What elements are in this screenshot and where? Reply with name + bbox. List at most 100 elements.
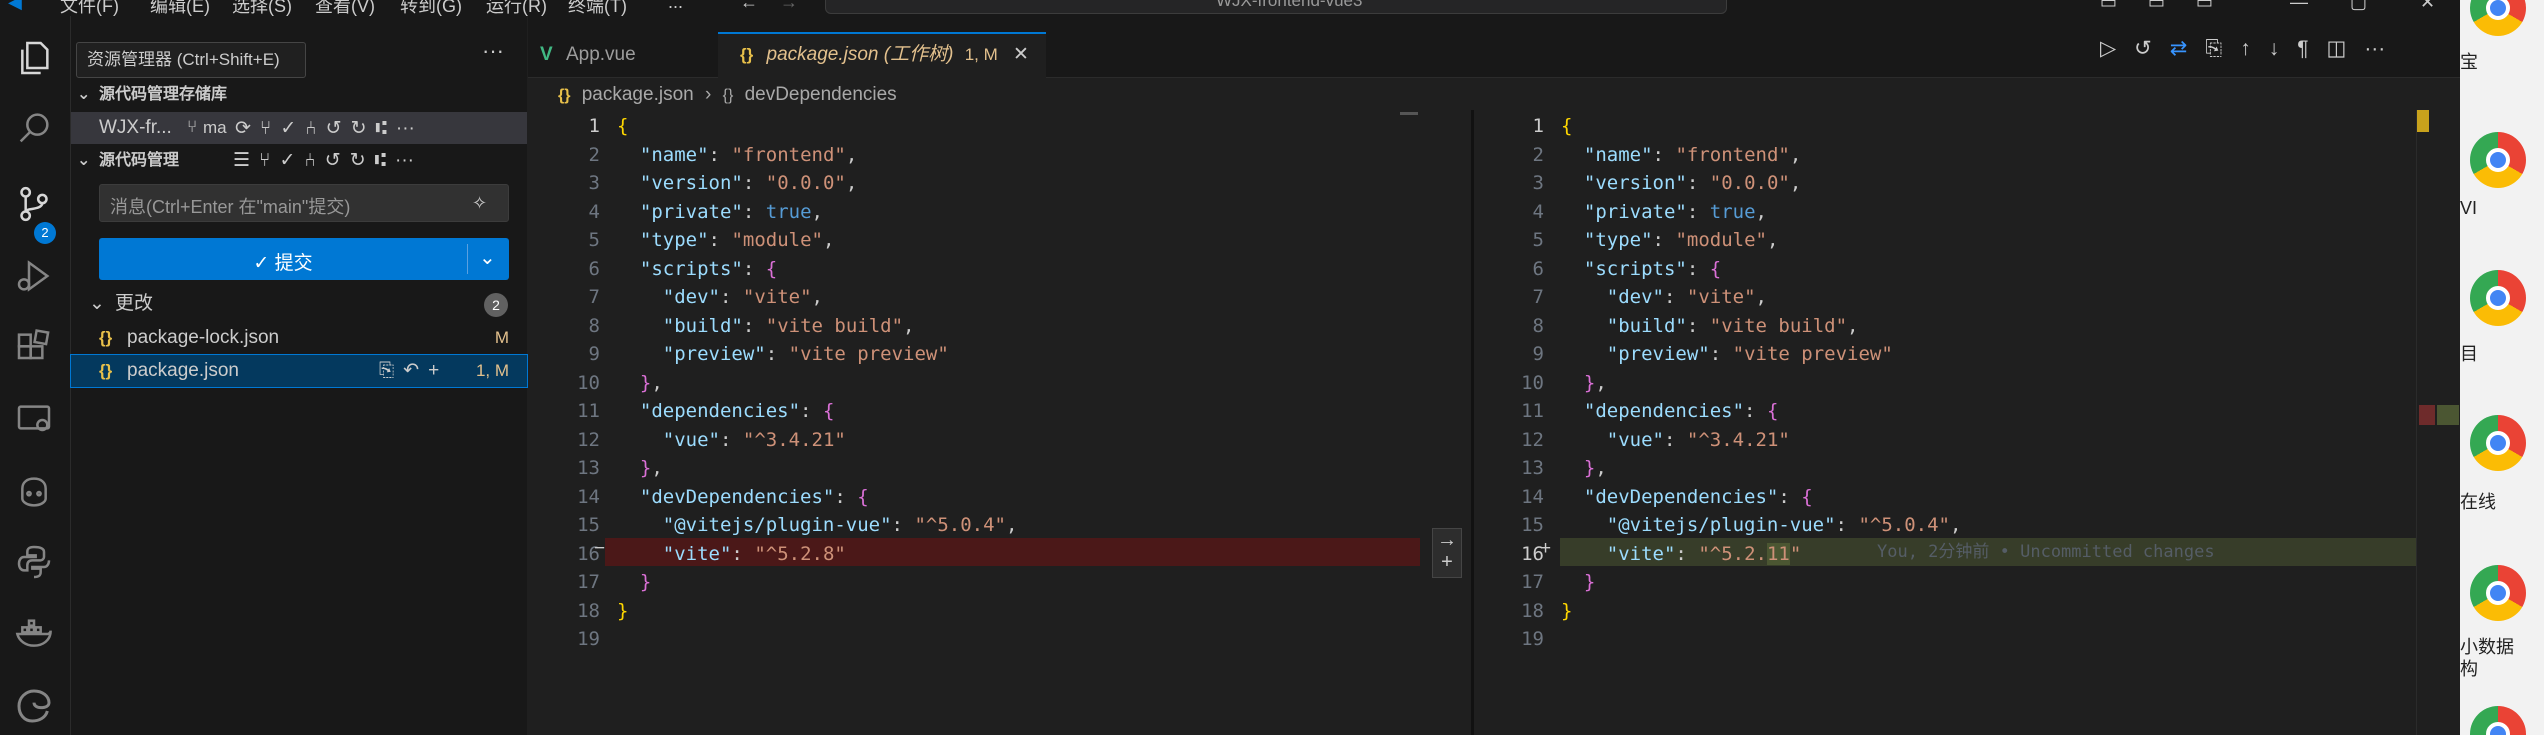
docker-icon[interactable] (14, 614, 54, 654)
code-line[interactable]: "devDependencies": { (1561, 483, 1961, 512)
menu-selection[interactable]: 选择(S) (232, 0, 292, 16)
code-line[interactable]: "scripts": { (617, 255, 1017, 284)
menu-more[interactable]: ... (668, 0, 683, 13)
editor-more-icon[interactable]: ··· (2364, 37, 2385, 61)
panel-toggle-icon[interactable]: ▭ (2148, 0, 2165, 13)
chrome-shortcut-icon[interactable] (2470, 132, 2526, 188)
command-center-search[interactable]: WJX-frontend-vue3 (825, 0, 1727, 14)
chrome-shortcut-icon[interactable] (2470, 706, 2526, 735)
code-line[interactable]: "build": "vite build", (1561, 312, 1961, 341)
chrome-shortcut-icon[interactable] (2470, 270, 2526, 326)
refresh-icon[interactable]: ↻ (351, 117, 367, 140)
chrome-shortcut-icon[interactable] (2470, 565, 2526, 621)
commit-message-input[interactable]: 消息(Ctrl+Enter 在"main"提交) ✧ (99, 184, 509, 222)
code-line[interactable]: "dev": "vite", (617, 283, 1017, 312)
code-line[interactable]: "scripts": { (1561, 255, 1961, 284)
remote-explorer-icon[interactable] (14, 400, 54, 440)
code-line[interactable]: }, (617, 369, 1017, 398)
run-debug-icon[interactable] (14, 256, 54, 296)
previous-change-icon[interactable]: ↑ (2240, 37, 2251, 61)
code-line[interactable]: "dependencies": { (617, 397, 1017, 426)
menu-go[interactable]: 转到(G) (400, 0, 462, 16)
graph-icon[interactable]: ⑂ (260, 118, 271, 140)
editor-scrollbar[interactable] (2416, 110, 2461, 735)
open-file-icon[interactable]: ⎘ (2205, 37, 2222, 61)
code-line[interactable]: } (1561, 568, 1961, 597)
source-control-icon[interactable] (14, 184, 54, 224)
repositories-section-header[interactable]: ⌄ 源代码管理存储库 (71, 80, 527, 110)
changes-group-header[interactable]: ⌄ 更改 (71, 288, 527, 320)
pull-request-icon[interactable]: ⑃ (305, 118, 316, 140)
change-item-package-lock[interactable]: {} package-lock.json M (71, 322, 527, 354)
view-as-tree-icon[interactable]: ☰ (233, 146, 250, 176)
commit-button[interactable]: ✓ 提交 ⌄ (99, 238, 509, 280)
chrome-shortcut-icon[interactable] (2470, 415, 2526, 471)
menu-edit[interactable]: 编辑(E) (150, 0, 210, 16)
branches-icon[interactable]: ⑆ (375, 146, 386, 176)
sync-icon[interactable]: ⟳ (235, 117, 251, 140)
code-line[interactable]: "@vitejs/plugin-vue": "^5.0.4", (1561, 511, 1962, 540)
original-code[interactable]: { "name": "frontend", "version": "0.0.0"… (617, 112, 1017, 654)
refresh-icon[interactable]: ↻ (350, 146, 366, 176)
next-change-icon[interactable]: ↓ (2269, 37, 2280, 61)
run-icon[interactable]: ▷ (2100, 36, 2116, 61)
code-line[interactable] (1561, 625, 1961, 654)
code-line[interactable]: } (617, 597, 1017, 626)
code-line[interactable]: "@vitejs/plugin-vue": "^5.0.4", (617, 511, 1018, 540)
code-line[interactable]: }, (1561, 454, 1961, 483)
code-line[interactable] (617, 625, 1017, 654)
pull-request-icon[interactable]: ⑃ (304, 146, 315, 176)
code-line[interactable]: "version": "0.0.0", (617, 169, 1017, 198)
chrome-shortcut-icon[interactable] (2470, 0, 2526, 36)
graph-icon[interactable]: ⑂ (259, 146, 270, 176)
code-line[interactable]: "devDependencies": { (617, 483, 1017, 512)
toggle-inline-icon[interactable]: ⇄ (2170, 36, 2188, 61)
close-window-icon[interactable]: ✕ (2420, 0, 2435, 13)
whitespace-icon[interactable]: ¶ (2297, 37, 2308, 61)
python-icon[interactable] (14, 542, 54, 582)
revert-change-button[interactable]: → + (1432, 528, 1462, 578)
history-icon[interactable]: ↺ (325, 146, 341, 176)
forward-arrow-icon[interactable]: → (780, 0, 798, 13)
commit-check-icon[interactable]: ✓ (279, 146, 295, 176)
menu-view[interactable]: 查看(V) (315, 0, 375, 16)
code-line[interactable]: "vite": "^5.2.8" (617, 540, 1017, 569)
code-line[interactable]: }, (1561, 369, 1961, 398)
change-item-package-json[interactable]: {} package.json ⎘ ↶ + 1, M (70, 354, 528, 388)
code-line[interactable]: } (1561, 597, 1961, 626)
menu-run[interactable]: 运行(R) (486, 0, 547, 16)
open-file-icon[interactable]: ⎘ (379, 355, 394, 387)
tab-package-json-diff[interactable]: {} package.json (工作树) 1, M ✕ (718, 32, 1046, 78)
code-line[interactable]: "version": "0.0.0", (1561, 169, 1961, 198)
code-line[interactable]: { (617, 112, 1017, 141)
minimize-icon[interactable]: — (2290, 0, 2308, 13)
branches-icon[interactable]: ⑆ (376, 118, 387, 140)
code-line[interactable]: "preview": "vite preview" (1561, 340, 1961, 369)
branch-icon[interactable]: ⑂ (187, 117, 197, 137)
code-line[interactable]: "preview": "vite preview" (617, 340, 1017, 369)
code-line[interactable]: "vue": "^3.4.21" (1561, 426, 1961, 455)
code-line[interactable]: "name": "frontend", (1561, 141, 1961, 170)
code-line[interactable]: "build": "vite build", (617, 312, 1017, 341)
edge-icon[interactable] (14, 686, 54, 726)
history-icon[interactable]: ↺ (326, 117, 342, 140)
tab-app-vue[interactable]: V App.vue (540, 32, 720, 78)
code-line[interactable]: { (1561, 112, 1961, 141)
code-line[interactable]: } (617, 568, 1017, 597)
menu-terminal[interactable]: 终端(T) (568, 0, 627, 16)
extensions-icon[interactable] (14, 328, 54, 368)
maximize-icon[interactable]: ▢ (2350, 0, 2367, 13)
code-line[interactable]: "private": true, (617, 198, 1017, 227)
breadcrumb-symbol[interactable]: devDependencies (745, 84, 897, 105)
scm-more-icon[interactable]: ··· (395, 146, 414, 176)
repo-more-icon[interactable]: ··· (396, 118, 415, 140)
code-line[interactable]: "name": "frontend", (617, 141, 1017, 170)
sparkle-icon[interactable]: ✧ (472, 193, 487, 214)
sidebar-more-icon[interactable]: ··· (482, 38, 504, 64)
menu-file[interactable]: 文件(F) (60, 0, 119, 16)
code-line[interactable]: "private": true, (1561, 198, 1961, 227)
repository-row[interactable]: WJX-fr... ⑂ ma ⟳ ⑂ ✓ ⑃ ↺ ↻ ⑆ ··· (71, 112, 527, 144)
copilot-icon[interactable] (14, 472, 54, 512)
close-tab-icon[interactable]: ✕ (1013, 44, 1029, 65)
code-line[interactable]: }, (617, 454, 1017, 483)
